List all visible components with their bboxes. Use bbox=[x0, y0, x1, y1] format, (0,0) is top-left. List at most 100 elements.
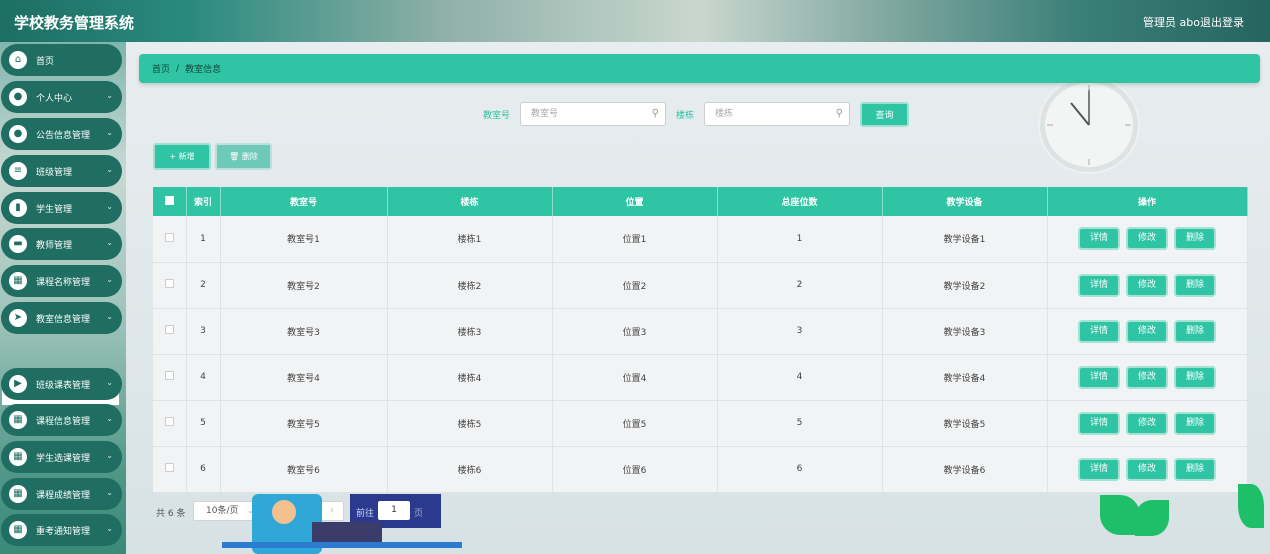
cell-location: 位置4 bbox=[552, 354, 718, 401]
sidebar: 教室信息 ⌂首页●个人中心⌄●公告信息管理⌄≡班级管理⌄▮学生管理⌄▬教师管理⌄… bbox=[0, 42, 126, 554]
edit-button[interactable]: 修改 bbox=[1126, 227, 1168, 251]
room-number-label: 教室号 bbox=[483, 111, 511, 121]
cell-index: 4 bbox=[186, 354, 221, 401]
sidebar-item-label: 班级课表管理 bbox=[36, 380, 91, 391]
chevron-down-icon: ⌄ bbox=[106, 128, 113, 137]
batch-delete-button[interactable]: 🗑 删除 bbox=[215, 143, 272, 170]
add-button[interactable]: + 新增 bbox=[153, 143, 211, 170]
cell-seats: 6 bbox=[717, 446, 883, 493]
breadcrumb-separator: / bbox=[176, 63, 180, 74]
row-select-cell bbox=[153, 354, 187, 401]
sidebar-item-4[interactable]: ▮ 学生管理 ⌄ bbox=[1, 192, 122, 224]
desk-illustration bbox=[222, 494, 462, 554]
cell-location: 位置6 bbox=[552, 446, 718, 493]
edit-button[interactable]: 修改 bbox=[1126, 411, 1168, 435]
delete-button[interactable]: 删除 bbox=[1174, 227, 1216, 251]
row-checkbox[interactable] bbox=[164, 371, 174, 380]
sidebar-item-label: 班级管理 bbox=[36, 167, 73, 178]
breadcrumb-home[interactable]: 首页 bbox=[152, 62, 170, 75]
cell-equipment: 教学设备3 bbox=[882, 308, 1048, 355]
detail-button[interactable]: 详情 bbox=[1078, 319, 1120, 343]
sidebar-item-5[interactable]: ▬ 教师管理 ⌄ bbox=[1, 228, 122, 260]
grid-icon: ▦ bbox=[9, 485, 27, 503]
query-button[interactable]: 查询 bbox=[860, 102, 909, 127]
cell-room: 教室号6 bbox=[220, 446, 388, 493]
chevron-down-icon: ⌄ bbox=[106, 414, 113, 423]
select-all-checkbox[interactable] bbox=[164, 195, 174, 205]
sidebar-item-10[interactable]: ▦ 学生选课管理 ⌄ bbox=[1, 441, 122, 473]
app-title: 学校教务管理系统 bbox=[14, 14, 135, 32]
row-checkbox[interactable] bbox=[164, 325, 174, 334]
cell-room: 教室号2 bbox=[220, 262, 388, 309]
clock-decoration bbox=[1040, 78, 1138, 172]
column-header: 索引 bbox=[186, 187, 221, 216]
person-icon: ● bbox=[9, 125, 27, 143]
sidebar-item-2[interactable]: ● 公告信息管理 ⌄ bbox=[1, 118, 122, 150]
detail-button[interactable]: 详情 bbox=[1078, 457, 1120, 481]
cell-seats: 1 bbox=[717, 216, 883, 263]
sidebar-item-1[interactable]: ● 个人中心 ⌄ bbox=[1, 81, 122, 113]
cell-location: 位置3 bbox=[552, 308, 718, 355]
row-checkbox[interactable] bbox=[164, 463, 174, 472]
sidebar-item-label: 首页 bbox=[36, 56, 55, 67]
row-checkbox[interactable] bbox=[164, 417, 174, 426]
row-actions: 详情 修改 删除 bbox=[1047, 262, 1248, 309]
row-select-cell bbox=[153, 262, 187, 309]
sidebar-item-11[interactable]: ▦ 课程成绩管理 ⌄ bbox=[1, 478, 122, 510]
row-select-cell bbox=[153, 216, 187, 263]
search-icon: ⚲ bbox=[835, 108, 843, 119]
row-actions: 详情 修改 删除 bbox=[1047, 446, 1248, 493]
briefcase-icon: ▬ bbox=[9, 235, 27, 253]
cell-seats: 3 bbox=[717, 308, 883, 355]
cell-seats: 5 bbox=[717, 400, 883, 447]
cell-index: 2 bbox=[186, 262, 221, 309]
cell-building: 楼栋4 bbox=[387, 354, 553, 401]
pagination-total: 共 6 条 bbox=[156, 509, 186, 519]
delete-button[interactable]: 删除 bbox=[1174, 365, 1216, 389]
select-all-cell bbox=[153, 187, 187, 216]
detail-button[interactable]: 详情 bbox=[1078, 273, 1120, 297]
classroom-table: 索引 教室号 楼栋 位置 总座位数 教学设备 操作 1 教室号1 楼栋1 位置1 1 教学设备1 详情修… bbox=[153, 187, 1248, 493]
admin-username: 管理员 abo bbox=[1143, 16, 1200, 29]
sidebar-item-12[interactable]: ▦ 重考通知管理 ⌄ bbox=[1, 514, 122, 546]
edit-button[interactable]: 修改 bbox=[1126, 273, 1168, 297]
logout-link[interactable]: 退出登录 bbox=[1200, 14, 1244, 30]
chevron-down-icon: ⌄ bbox=[106, 165, 113, 174]
cell-equipment: 教学设备1 bbox=[882, 216, 1048, 263]
cell-index: 5 bbox=[186, 400, 221, 447]
grid-icon: ▦ bbox=[9, 272, 27, 290]
room-number-input[interactable]: 教室号 ⚲ bbox=[520, 102, 666, 126]
sidebar-item-6[interactable]: ▦ 课程名称管理 ⌄ bbox=[1, 265, 122, 297]
user-icon: ● bbox=[9, 88, 27, 106]
edit-button[interactable]: 修改 bbox=[1126, 457, 1168, 481]
detail-button[interactable]: 详情 bbox=[1078, 365, 1120, 389]
detail-button[interactable]: 详情 bbox=[1078, 411, 1120, 435]
edit-button[interactable]: 修改 bbox=[1126, 319, 1168, 343]
row-checkbox[interactable] bbox=[164, 279, 174, 288]
sidebar-item-label: 学生管理 bbox=[36, 204, 73, 215]
detail-button[interactable]: 详情 bbox=[1078, 227, 1120, 251]
sidebar-item-9[interactable]: ▦ 课程信息管理 ⌄ bbox=[1, 404, 122, 436]
cell-index: 6 bbox=[186, 446, 221, 493]
sidebar-item-label: 教师管理 bbox=[36, 240, 73, 251]
building-input[interactable]: 楼栋 ⚲ bbox=[704, 102, 850, 126]
delete-button[interactable]: 删除 bbox=[1174, 457, 1216, 481]
table-row: 5 教室号5 楼栋5 位置5 5 教学设备5 详情 修改 删除 bbox=[153, 400, 1248, 447]
sidebar-item-7[interactable]: ➤ 教室信息管理 ⌄ bbox=[1, 302, 122, 334]
sidebar-item-3[interactable]: ≡ 班级管理 ⌄ bbox=[1, 155, 122, 187]
row-checkbox[interactable] bbox=[164, 232, 174, 242]
delete-button[interactable]: 删除 bbox=[1174, 273, 1216, 297]
cell-location: 位置5 bbox=[552, 400, 718, 447]
delete-button[interactable]: 删除 bbox=[1174, 411, 1216, 435]
row-actions: 详情 修改 删除 bbox=[1047, 354, 1248, 401]
sidebar-item-0[interactable]: ⌂ 首页 bbox=[1, 44, 122, 76]
sidebar-item-8[interactable]: ▶ 班级课表管理 ⌄ bbox=[1, 368, 122, 400]
cell-building: 楼栋3 bbox=[387, 308, 553, 355]
grid-icon: ▦ bbox=[9, 448, 27, 466]
column-header: 总座位数 bbox=[717, 187, 883, 216]
delete-button[interactable]: 删除 bbox=[1174, 319, 1216, 343]
breadcrumb-current: 教室信息 bbox=[185, 65, 222, 75]
sidebar-item-label: 重考通知管理 bbox=[36, 526, 91, 537]
room-number-placeholder: 教室号 bbox=[531, 109, 559, 119]
edit-button[interactable]: 修改 bbox=[1126, 365, 1168, 389]
